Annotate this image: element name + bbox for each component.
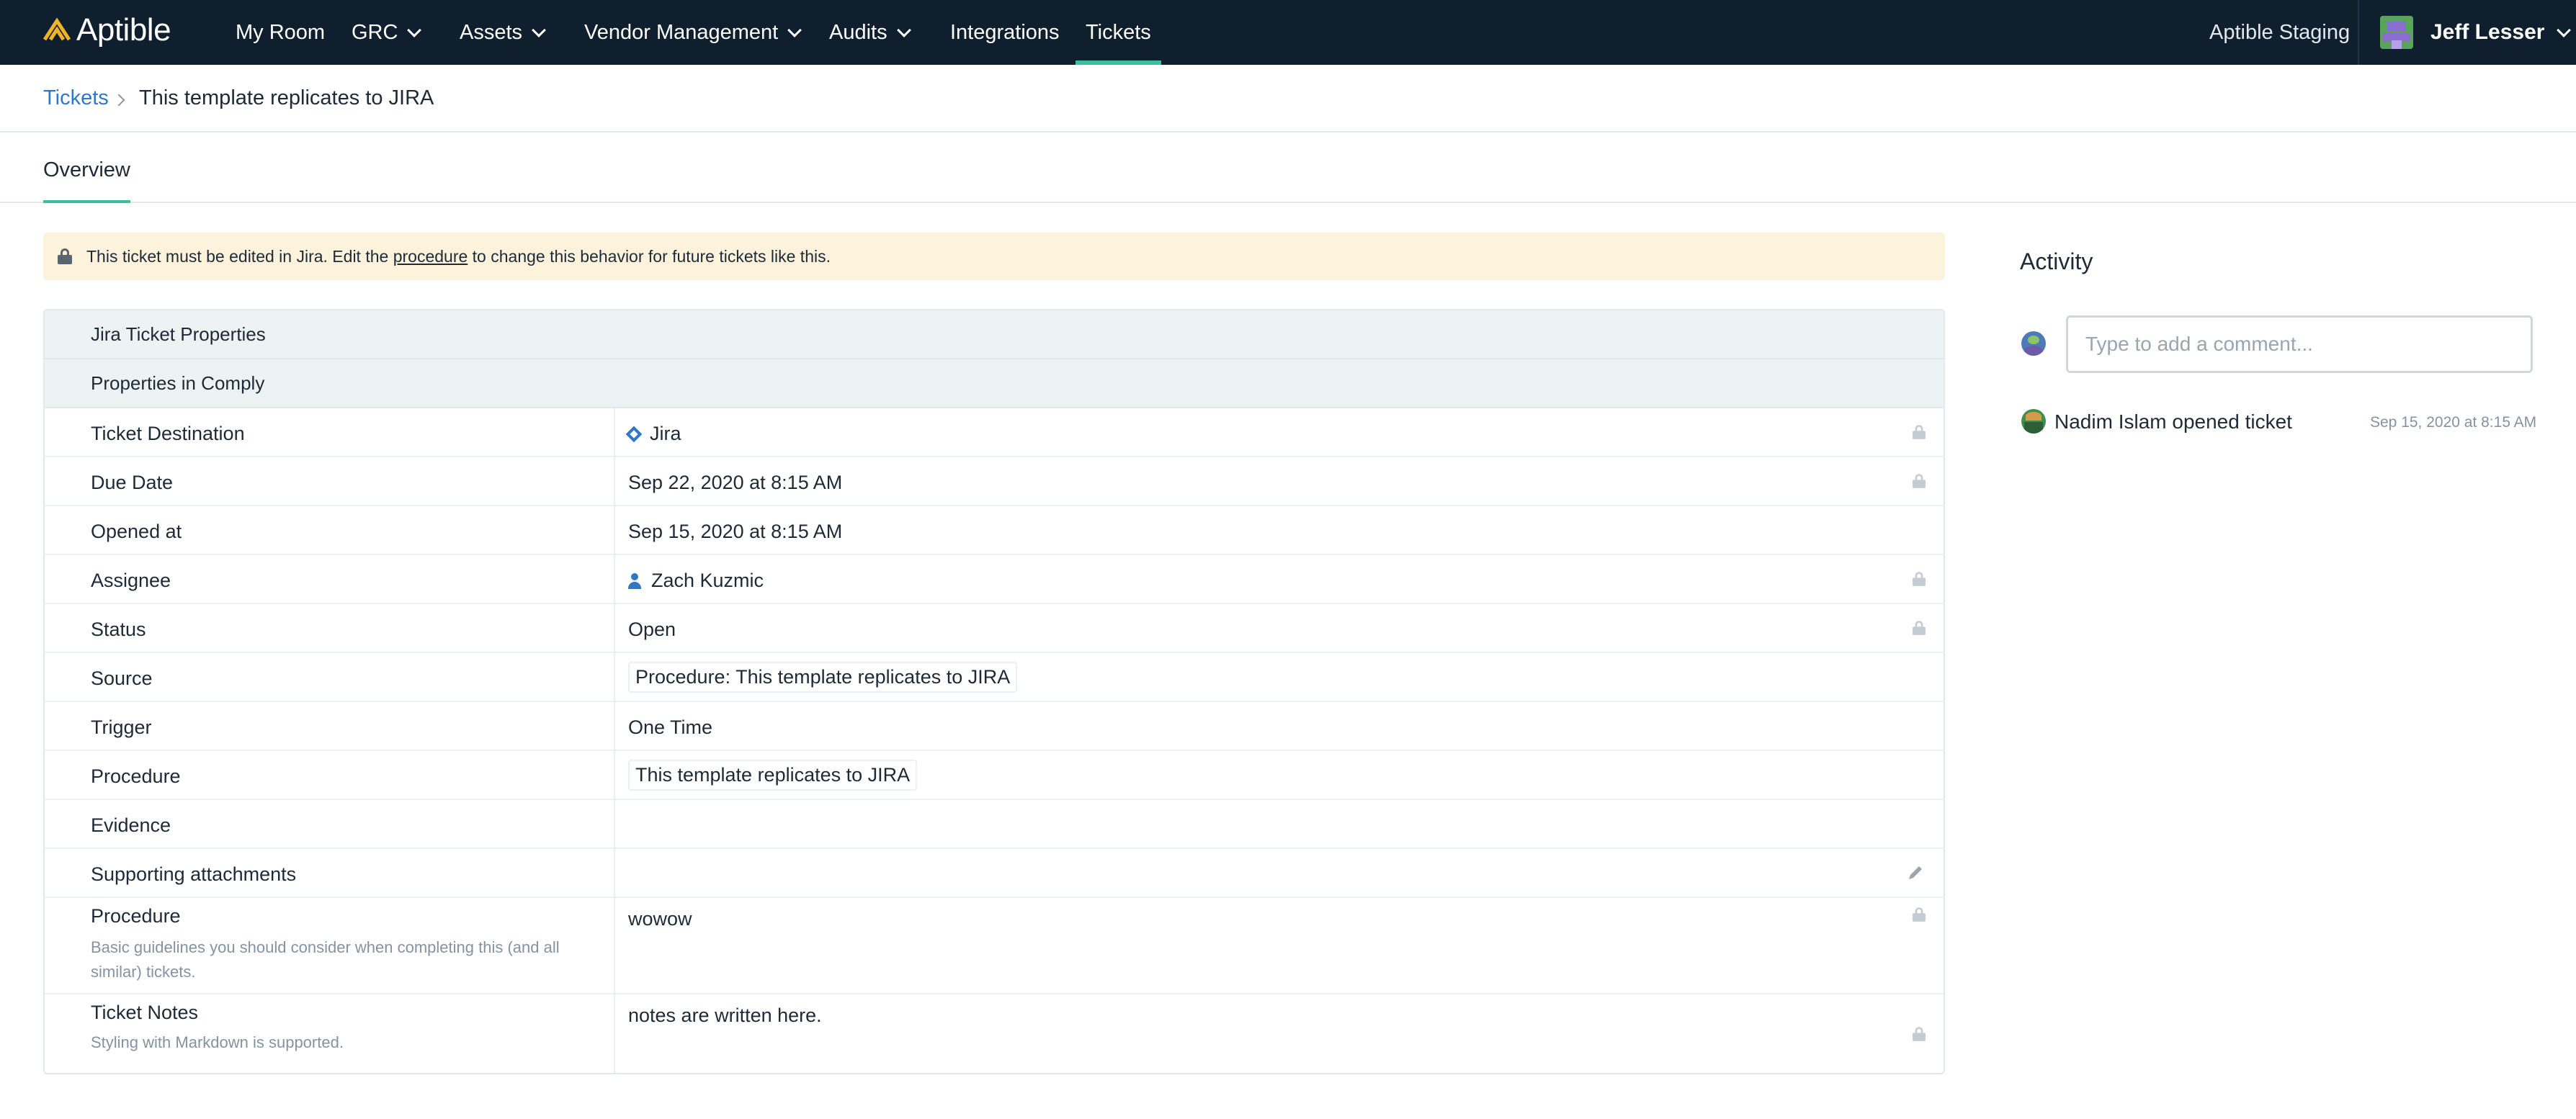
row-label: Status (91, 619, 146, 640)
nav-tickets[interactable]: Tickets (1075, 0, 1161, 65)
nav-label: Integrations (950, 20, 1060, 44)
row-ticket-notes: Ticket Notes Styling with Markdown is su… (45, 994, 1944, 1073)
chevron-down-icon (2557, 23, 2572, 37)
row-value: Sep 15, 2020 at 8:15 AM (628, 521, 843, 542)
row-label: Ticket Destination (91, 423, 245, 444)
nav-label: Assets (460, 20, 523, 44)
section-comply-properties: Properties in Comply (45, 359, 1944, 408)
user-menu-divider (2358, 0, 2359, 65)
breadcrumb-tickets-link[interactable]: Tickets (43, 86, 109, 110)
user-name: Jeff Lesser (2430, 20, 2545, 44)
procedure-link[interactable]: procedure (393, 247, 468, 266)
avatar (2021, 409, 2046, 433)
chevron-down-icon (407, 23, 422, 37)
row-value: notes are written here. (628, 1005, 822, 1026)
row-source: Source Procedure: This template replicat… (45, 653, 1944, 702)
chevron-down-icon (787, 23, 802, 37)
row-due-date: Due Date Sep 22, 2020 at 8:15 AM (45, 457, 1944, 506)
activity-title: Activity (2020, 248, 2093, 274)
row-procedure: Procedure This template replicates to JI… (45, 751, 1944, 800)
jira-diamond-icon (625, 426, 643, 442)
row-label: Due Date (91, 472, 174, 493)
nav-label: Tickets (1086, 20, 1151, 44)
person-icon (628, 572, 641, 589)
lock-icon (1913, 907, 1926, 922)
nav-label: Vendor Management (584, 20, 779, 44)
row-label: Source (91, 668, 153, 689)
nav-label: GRC (352, 20, 398, 44)
chevron-down-icon (532, 23, 546, 37)
row-ticket-destination: Ticket Destination Jira (45, 408, 1944, 457)
notice-prefix: This ticket must be edited in Jira. Edit… (86, 246, 393, 266)
notice-text: This ticket must be edited in Jira. Edit… (86, 247, 831, 266)
activity-event-text: Nadim Islam opened ticket (2054, 410, 2292, 433)
avatar (2380, 16, 2413, 49)
nav-label: My Room (236, 20, 326, 44)
breadcrumb: Tickets This template replicates to JIRA (0, 65, 2576, 132)
page-title: This template replicates to JIRA (139, 86, 434, 109)
aptible-logo[interactable]: Aptible (42, 12, 171, 48)
nav-vendor-management[interactable]: Vendor Management (584, 0, 802, 65)
lock-icon (58, 248, 72, 264)
activity-event-time: Sep 15, 2020 at 8:15 AM (2370, 414, 2537, 431)
nav-audits[interactable]: Audits (829, 0, 911, 65)
tab-overview[interactable]: Overview (43, 158, 130, 203)
destination-value: Jira (650, 423, 681, 444)
nav-label: Audits (829, 20, 887, 44)
lock-icon (1913, 474, 1926, 488)
source-procedure-link[interactable]: Procedure: This template replicates to J… (628, 662, 1018, 693)
row-trigger: Trigger One Time (45, 702, 1944, 751)
top-navigation-bar: Aptible My Room GRC Assets Vendor Manage… (0, 0, 2576, 65)
row-value: Procedure: This template replicates to J… (628, 662, 1018, 693)
row-value: Sep 22, 2020 at 8:15 AM (628, 472, 843, 493)
chevron-right-icon (112, 94, 125, 107)
lock-icon (1913, 572, 1926, 586)
row-value: Jira (625, 423, 681, 445)
jira-edit-notice: This ticket must be edited in Jira. Edit… (43, 233, 1945, 280)
row-label: Procedure (91, 765, 181, 787)
lock-icon (1913, 425, 1926, 439)
nav-my-room[interactable]: My Room (236, 0, 325, 65)
row-value: Zach Kuzmic (628, 570, 764, 592)
lock-icon (1913, 1027, 1926, 1041)
row-label: Opened at (91, 521, 182, 542)
procedure-link-chip[interactable]: This template replicates to JIRA (628, 760, 918, 791)
row-label: Supporting attachments (91, 863, 297, 885)
row-assignee: Assignee Zach Kuzmic (45, 555, 1944, 604)
row-label: Trigger (91, 716, 152, 738)
notice-suffix: to change this behavior for future ticke… (468, 246, 831, 266)
chevron-down-icon (896, 23, 911, 37)
row-help-text: Basic guidelines you should consider whe… (91, 938, 560, 981)
tab-bar: Overview (0, 132, 2576, 203)
row-label: Procedure (91, 905, 181, 927)
row-value: Open (628, 619, 676, 640)
row-opened-at: Opened at Sep 15, 2020 at 8:15 AM (45, 506, 1944, 555)
row-label: Assignee (91, 570, 171, 591)
row-label: Ticket Notes (91, 1002, 199, 1023)
avatar (2021, 331, 2046, 356)
nav-assets[interactable]: Assets (460, 0, 546, 65)
row-label: Evidence (91, 814, 171, 836)
comment-input[interactable] (2066, 315, 2533, 373)
assignee-value: Zach Kuzmic (651, 570, 764, 591)
nav-integrations[interactable]: Integrations (950, 0, 1060, 65)
user-menu[interactable]: Jeff Lesser (2380, 0, 2572, 65)
environment-switcher[interactable]: Aptible Staging (2209, 0, 2350, 65)
row-help-text: Styling with Markdown is supported. (91, 1033, 344, 1051)
lock-icon (1913, 621, 1926, 635)
ticket-properties-table: Jira Ticket Properties Properties in Com… (43, 309, 1945, 1074)
row-procedure-guidelines: Procedure Basic guidelines you should co… (45, 898, 1944, 994)
section-jira-properties: Jira Ticket Properties (45, 310, 1944, 359)
aptible-logo-icon (43, 17, 71, 41)
row-value: This template replicates to JIRA (628, 760, 918, 791)
row-evidence: Evidence (45, 800, 1944, 849)
nav-grc[interactable]: GRC (352, 0, 422, 65)
row-value: One Time (628, 716, 713, 738)
row-status: Status Open (45, 604, 1944, 653)
pencil-icon[interactable] (1903, 860, 1928, 885)
row-supporting-attachments: Supporting attachments (45, 849, 1944, 898)
row-value: wowow (628, 908, 692, 930)
brand-name: Aptible (76, 12, 171, 48)
